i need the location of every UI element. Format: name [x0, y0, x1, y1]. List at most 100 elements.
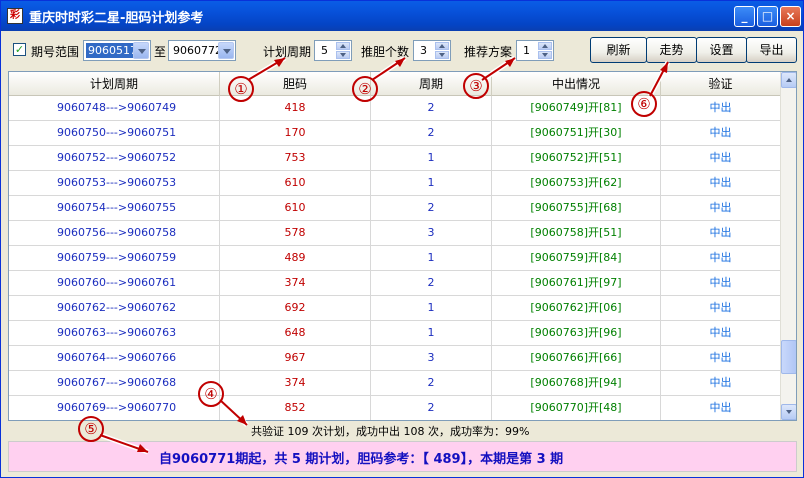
scheme-value: 1 [523, 44, 530, 57]
period-range-cell: 9060754--->9060755 [9, 196, 220, 221]
code-cell: 374 [220, 271, 371, 296]
period-range-cell: 9060756--->9060758 [9, 221, 220, 246]
window-title: 重庆时时彩二星-胆码计划参考 [29, 11, 204, 26]
range-from-select[interactable]: 9060517 [83, 40, 151, 61]
range-label: 期号范围 [31, 45, 80, 59]
plan-table[interactable]: 计划周期 胆码 周期 中出情况 验证 9060748--->9060749 418… [8, 71, 797, 421]
cycle-cell: 1 [371, 171, 492, 196]
spin-up-icon[interactable] [336, 42, 350, 50]
verify-cell: 中出 [661, 96, 781, 121]
period-label: 计划周期 [263, 45, 312, 59]
cycle-cell: 2 [371, 121, 492, 146]
code-cell: 753 [220, 146, 371, 171]
table-row[interactable]: 9060769--->9060770 852 2 [9060770]开[48] 中出 [9, 396, 781, 420]
trend-button[interactable]: 走势 [646, 37, 697, 63]
code-cell: 489 [220, 246, 371, 271]
result-cell: [9060761]开[97] [492, 271, 661, 296]
scheme-spinner[interactable]: 1 [516, 40, 554, 61]
period-spinner[interactable]: 5 [314, 40, 352, 61]
marker-6: ⑥ [631, 91, 657, 117]
table-row[interactable]: 9060760--->9060761 374 2 [9060761]开[97] 中出 [9, 271, 781, 296]
close-button[interactable]: × [780, 6, 801, 27]
scroll-down-icon[interactable] [781, 404, 796, 420]
table-row[interactable]: 9060750--->9060751 170 2 [9060751]开[30] 中出 [9, 121, 781, 146]
marker-5: ⑤ [78, 416, 104, 442]
table-row[interactable]: 9060752--->9060752 753 1 [9060752]开[51] 中出 [9, 146, 781, 171]
code-cell: 692 [220, 296, 371, 321]
spin-up-icon[interactable] [435, 42, 449, 50]
period-range-cell: 9060752--->9060752 [9, 146, 220, 171]
verify-cell: 中出 [661, 296, 781, 321]
cycle-cell: 2 [371, 271, 492, 296]
spin-up-icon[interactable] [538, 42, 552, 50]
result-cell: [9060759]开[84] [492, 246, 661, 271]
table-row[interactable]: 9060756--->9060758 578 3 [9060758]开[51] 中出 [9, 221, 781, 246]
scroll-up-icon[interactable] [781, 72, 796, 88]
period-range-cell: 9060759--->9060759 [9, 246, 220, 271]
period-range-cell: 9060753--->9060753 [9, 171, 220, 196]
table-row[interactable]: 9060748--->9060749 418 2 [9060749]开[81] 中出 [9, 96, 781, 121]
spin-down-icon[interactable] [435, 51, 449, 59]
to-label: 至 [154, 45, 167, 59]
cycle-cell: 2 [371, 371, 492, 396]
code-cell: 170 [220, 121, 371, 146]
marker-4: ④ [198, 381, 224, 407]
result-cell: [9060755]开[68] [492, 196, 661, 221]
minimize-button[interactable]: _ [734, 6, 755, 27]
refresh-button[interactable]: 刷新 [590, 37, 647, 63]
plan-banner: 自9060771期起，共 5 期计划，胆码参考：【 489】，本期是第 3 期 [8, 441, 797, 472]
table-row[interactable]: 9060762--->9060762 692 1 [9060762]开[06] 中出 [9, 296, 781, 321]
settings-button[interactable]: 设置 [696, 37, 747, 63]
period-range-cell: 9060763--->9060763 [9, 321, 220, 346]
spin-down-icon[interactable] [336, 51, 350, 59]
verify-cell: 中出 [661, 171, 781, 196]
export-button[interactable]: 导出 [746, 37, 797, 63]
verify-cell: 中出 [661, 271, 781, 296]
column-header[interactable]: 验证 [661, 72, 781, 96]
app-window: 彩 重庆时时彩二星-胆码计划参考 _ □ × ✓ 期号范围 9060517 至 … [0, 0, 804, 478]
cycle-cell: 3 [371, 221, 492, 246]
table-row[interactable]: 9060767--->9060768 374 2 [9060768]开[94] 中出 [9, 371, 781, 396]
marker-1: ① [228, 76, 254, 102]
marker-2: ② [352, 76, 378, 102]
chevron-down-icon[interactable] [133, 42, 149, 59]
code-cell: 852 [220, 396, 371, 420]
cycle-cell: 1 [371, 296, 492, 321]
count-spinner[interactable]: 3 [413, 40, 451, 61]
verify-cell: 中出 [661, 196, 781, 221]
plan-banner-text: 自9060771期起，共 5 期计划，胆码参考：【 489】，本期是第 3 期 [159, 452, 564, 467]
verify-cell: 中出 [661, 221, 781, 246]
maximize-button[interactable]: □ [757, 6, 778, 27]
vertical-scrollbar[interactable] [780, 72, 796, 420]
range-from-value: 9060517 [86, 43, 139, 58]
chevron-down-icon[interactable] [218, 42, 234, 59]
column-header[interactable]: 计划周期 [9, 72, 220, 96]
result-cell: [9060762]开[06] [492, 296, 661, 321]
period-range-cell: 9060767--->9060768 [9, 371, 220, 396]
period-value: 5 [321, 44, 328, 57]
spin-down-icon[interactable] [538, 51, 552, 59]
title-bar[interactable]: 彩 重庆时时彩二星-胆码计划参考 _ □ × [1, 1, 803, 31]
cycle-cell: 1 [371, 321, 492, 346]
result-cell: [9060768]开[94] [492, 371, 661, 396]
table-row[interactable]: 9060764--->9060766 967 3 [9060766]开[66] 中出 [9, 346, 781, 371]
result-cell: [9060766]开[66] [492, 346, 661, 371]
period-range-cell: 9060764--->9060766 [9, 346, 220, 371]
range-to-select[interactable]: 9060772 [168, 40, 236, 61]
cycle-cell: 2 [371, 396, 492, 420]
verify-cell: 中出 [661, 346, 781, 371]
count-label: 推胆个数 [361, 45, 410, 59]
cycle-cell: 2 [371, 196, 492, 221]
table-row[interactable]: 9060763--->9060763 648 1 [9060763]开[96] 中出 [9, 321, 781, 346]
cycle-cell: 2 [371, 96, 492, 121]
code-cell: 374 [220, 371, 371, 396]
range-checkbox[interactable]: ✓ [13, 43, 26, 56]
verify-cell: 中出 [661, 321, 781, 346]
toolbar: ✓ 期号范围 9060517 至 9060772 计划周期 5 推胆个数 3 推… [1, 31, 803, 71]
table-row[interactable]: 9060754--->9060755 610 2 [9060755]开[68] 中出 [9, 196, 781, 221]
period-range-cell: 9060762--->9060762 [9, 296, 220, 321]
scheme-label: 推荐方案 [464, 45, 513, 59]
table-row[interactable]: 9060759--->9060759 489 1 [9060759]开[84] 中出 [9, 246, 781, 271]
table-row[interactable]: 9060753--->9060753 610 1 [9060753]开[62] 中出 [9, 171, 781, 196]
scroll-thumb[interactable] [781, 340, 796, 374]
